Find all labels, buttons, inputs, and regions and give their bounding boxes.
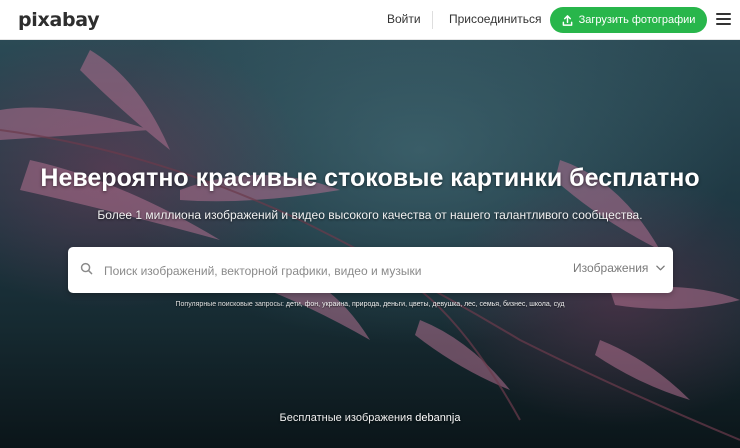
join-link[interactable]: Присоединиться [449, 12, 542, 26]
chevron-down-icon [656, 265, 666, 271]
top-navigation-bar: pixabay Войти Присоединиться Загрузить ф… [0, 0, 740, 40]
popular-term[interactable]: дети [286, 301, 301, 308]
popular-term[interactable]: семья [479, 301, 499, 308]
popular-term[interactable]: бизнес [503, 301, 525, 308]
hamburger-menu-icon[interactable] [716, 13, 731, 25]
popular-term[interactable]: девушка [432, 301, 460, 308]
pixabay-logo[interactable]: pixabay [18, 9, 100, 31]
media-type-selected: Изображения [573, 261, 649, 275]
popular-term[interactable]: деньги [383, 301, 405, 308]
search-input[interactable] [102, 259, 536, 283]
popular-term[interactable]: суд [554, 301, 565, 308]
upload-icon [562, 14, 572, 26]
popular-term[interactable]: украина [322, 301, 348, 308]
popular-term[interactable]: фон [305, 301, 319, 308]
nav-divider [432, 11, 433, 29]
hero-background-image [0, 50, 740, 441]
hero-title: Невероятно красивые стоковые картинки бе… [40, 164, 700, 192]
search-bar: Изображения [68, 247, 673, 293]
hero-subtitle: Более 1 миллиона изображений и видео выс… [97, 208, 643, 222]
credit-prefix: Бесплатные изображения [279, 412, 413, 424]
media-type-dropdown[interactable]: Изображения [573, 261, 666, 275]
popular-term[interactable]: лес [464, 301, 475, 308]
credit-author-link[interactable]: debannja [415, 412, 460, 424]
popular-searches-label: Популярные поисковые запросы: [175, 301, 284, 308]
popular-term[interactable]: школа [529, 301, 549, 308]
popular-term[interactable]: цветы [409, 301, 429, 308]
popular-searches: Популярные поисковые запросы: дети, фон,… [175, 301, 565, 308]
search-icon[interactable] [80, 262, 93, 275]
hero-section: Невероятно красивые стоковые картинки бе… [0, 40, 740, 448]
upload-button-label: Загрузить фотографии [578, 14, 696, 26]
upload-photos-button[interactable]: Загрузить фотографии [550, 7, 707, 33]
popular-term[interactable]: природа [352, 301, 379, 308]
login-link[interactable]: Войти [387, 12, 421, 26]
image-credit: Бесплатные изображения debannja [0, 412, 740, 424]
